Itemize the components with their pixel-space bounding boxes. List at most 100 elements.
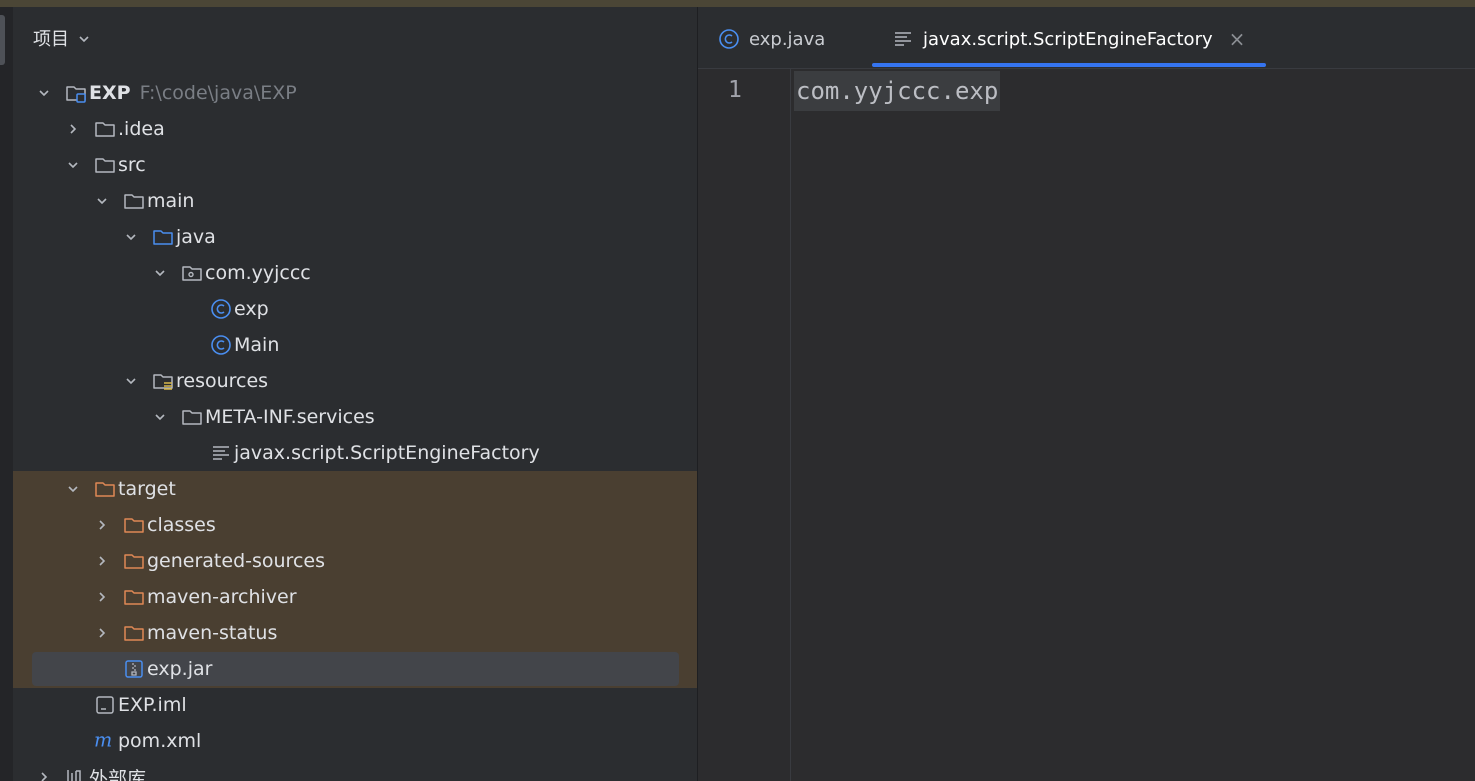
library-icon [65,766,87,781]
close-icon[interactable]: × [1229,27,1246,51]
tree-item-label: EXP.iml [118,694,187,716]
chevron-right-icon[interactable] [95,626,109,640]
resources-folder-icon [152,370,174,392]
chevron-down-icon[interactable] [153,410,167,424]
line-number: 1 [728,77,742,103]
tree-item-label: javax.script.ScriptEngineFactory [234,442,540,464]
tree-item-label: maven-status [147,622,278,644]
tab-label: javax.script.ScriptEngineFactory [923,28,1213,50]
chevron-down-icon[interactable] [66,482,80,496]
module-folder-icon [65,82,87,104]
gutter-divider [790,69,791,781]
chevron-right-icon[interactable] [95,554,109,568]
folder-icon [123,190,145,212]
tree-item[interactable]: META-INF.services [153,399,375,435]
chevron-down-icon[interactable] [124,230,138,244]
tree-item-label: EXP [89,82,131,104]
active-tab-indicator [872,63,1266,67]
project-panel: 项目 EXP F:\code\java\EXP .idea src main java co… [13,7,697,781]
tree-item-label: java [176,226,216,248]
tab-label: exp.java [749,28,826,50]
tree-item-label: src [118,154,146,176]
folder-icon [94,118,116,140]
tree-item[interactable]: exp.jar [95,651,212,687]
tree-item[interactable]: maven-archiver [95,579,297,615]
svg-text:m: m [94,730,112,752]
tree-item-label: target [118,478,176,500]
tree-item[interactable]: java [124,219,216,255]
chevron-down-icon[interactable] [66,158,80,172]
tree-item[interactable]: resources [124,363,268,399]
editor-area: exp.java javax.script.ScriptEngineFactor… [697,7,1475,781]
java-class-icon [210,298,232,320]
jar-file-icon [123,658,145,680]
tree-item-label: classes [147,514,216,536]
chevron-right-icon[interactable] [66,122,80,136]
tree-item-label: maven-archiver [147,586,297,608]
tree-item[interactable]: EXP.iml [66,687,187,723]
tree-item-label: resources [176,370,269,392]
excluded-folder-icon [123,586,145,608]
window-top-bar [0,0,1475,7]
tree-item-label: 外部库 [89,767,147,781]
project-tool-button[interactable] [0,15,5,65]
project-panel-title: 项目 [33,29,69,50]
excluded-folder-icon [123,550,145,572]
tree-item-label: main [147,190,195,212]
tree-item[interactable]: target [66,471,176,507]
tree-item-label: generated-sources [147,550,325,572]
chevron-down-icon[interactable] [37,86,51,100]
chevron-down-icon [79,36,89,43]
package-icon [181,262,203,284]
tab-scriptenginefactory[interactable]: javax.script.ScriptEngineFactory × [892,21,1245,57]
excluded-folder-icon [123,514,145,536]
chevron-right-icon[interactable] [37,770,51,781]
editor-tabs: exp.java javax.script.ScriptEngineFactor… [698,7,1475,69]
source-folder-icon [152,226,174,248]
tree-item[interactable]: exp [182,291,269,327]
tree-item[interactable]: main [95,183,194,219]
iml-file-icon [94,694,116,716]
tree-item[interactable]: generated-sources [95,543,325,579]
folder-icon [181,406,203,428]
tree-item[interactable]: classes [95,507,216,543]
code-line[interactable]: com.yyjccc.exp [794,71,1001,111]
folder-icon [94,154,116,176]
tree-item-label: Main [234,334,280,356]
tree-item[interactable]: maven-status [95,615,277,651]
chevron-right-icon[interactable] [95,590,109,604]
chevron-down-icon[interactable] [124,374,138,388]
project-view-selector[interactable]: 项目 [33,25,91,51]
chevron-down-icon[interactable] [95,194,109,208]
text-file-icon [210,442,232,464]
tree-item[interactable]: .idea [66,111,165,147]
text-file-icon [892,28,914,50]
tree-item-label: exp.jar [147,658,213,680]
tree-item[interactable]: src [66,147,146,183]
java-class-icon [210,334,232,356]
tree-item[interactable]: com.yyjccc [153,255,311,291]
chevron-down-icon[interactable] [153,266,167,280]
tree-item-label: pom.xml [118,730,202,752]
tree-item-label: exp [234,298,269,320]
tool-window-stripe [0,7,14,781]
tree-item[interactable]: 外部库 [37,759,146,781]
project-path: F:\code\java\EXP [139,82,297,104]
tree-item[interactable]: m pom.xml [66,723,201,759]
tree-item[interactable]: EXP F:\code\java\EXP [37,75,297,111]
chevron-right-icon[interactable] [95,518,109,532]
tree-item[interactable]: Main [182,327,279,363]
tab-exp-java[interactable]: exp.java [718,21,825,57]
tree-item-label: META-INF.services [205,406,375,428]
maven-icon: m [94,730,116,752]
tree-item[interactable]: javax.script.ScriptEngineFactory [182,435,540,471]
excluded-folder-icon [94,478,116,500]
tree-item-label: com.yyjccc [205,262,311,284]
java-class-icon [718,28,740,50]
